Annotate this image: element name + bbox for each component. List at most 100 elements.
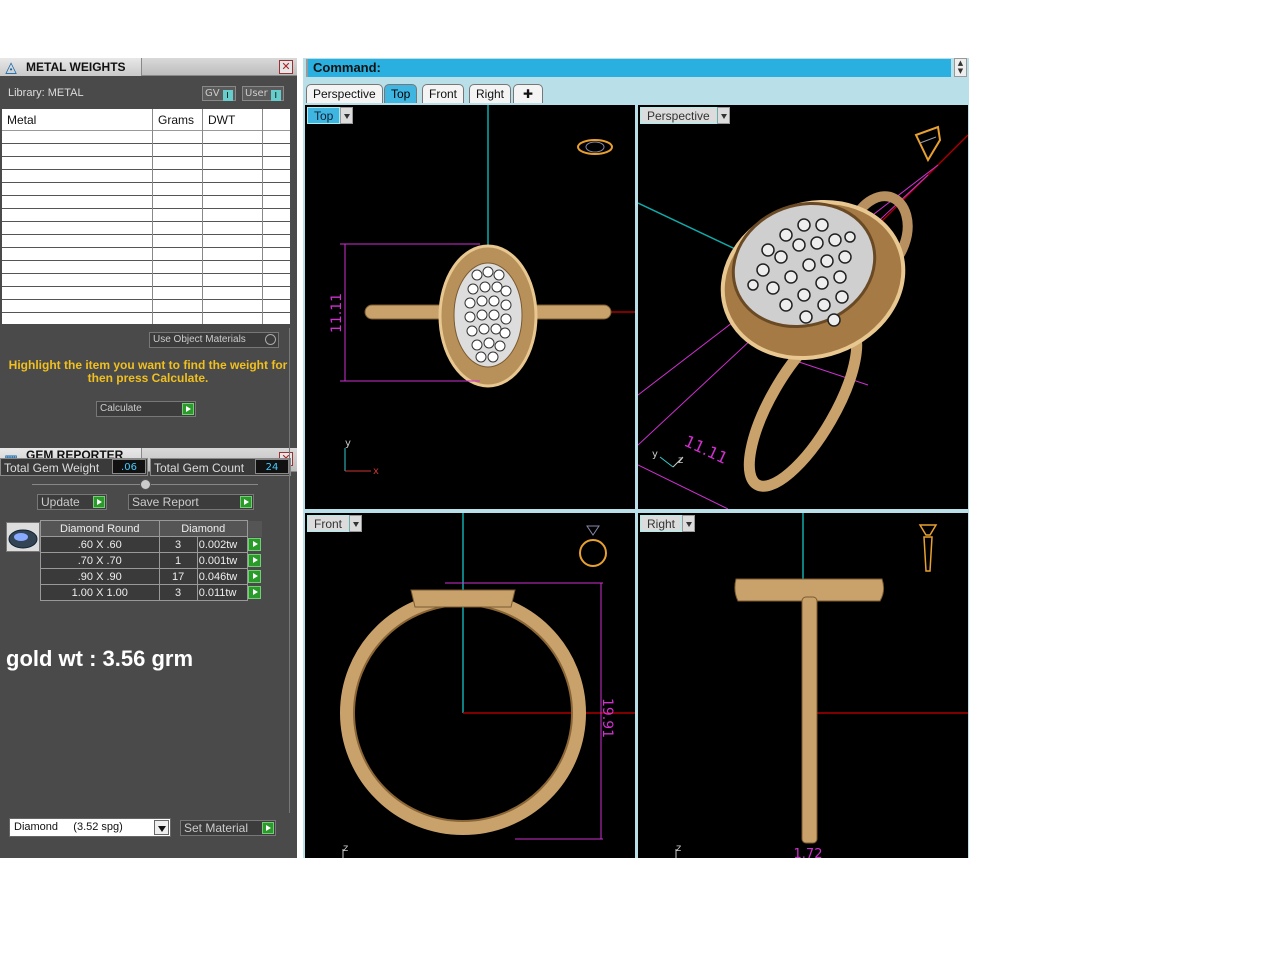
table-row[interactable] [2, 261, 290, 274]
play-icon [182, 403, 194, 415]
right-view-drawing: 1.72 z [675, 513, 968, 858]
close-icon[interactable]: ✕ [279, 60, 293, 74]
command-scrollbar[interactable]: ▲ ▼ [954, 58, 967, 77]
gem-col-shape: Diamond Round [40, 520, 160, 537]
chevron-down-icon[interactable] [154, 820, 169, 835]
command-line[interactable]: Command: [306, 59, 951, 77]
table-row[interactable] [2, 300, 290, 313]
chevron-down-icon[interactable] [716, 107, 730, 124]
table-row[interactable]: .90 X .90 17 0.046tw [40, 568, 262, 585]
col-grams: Grams [158, 113, 194, 127]
top-axis-x: x [373, 466, 379, 477]
table-row[interactable] [2, 196, 290, 209]
round-gem-icon [8, 529, 38, 549]
viewport-top[interactable]: Top 11.11 y x [305, 105, 635, 509]
radio-icon [265, 334, 276, 345]
play-icon[interactable] [248, 586, 262, 599]
total-gem-count-value: 24 [255, 459, 289, 474]
add-tab-icon[interactable]: ✚ [513, 84, 543, 103]
table-row[interactable] [2, 131, 290, 144]
user-toggle[interactable]: User I [242, 86, 284, 101]
material-select[interactable]: Diamond (3.52 spg) [9, 818, 171, 837]
gem-count: 1 [158, 552, 198, 569]
gem-size: .70 X .70 [40, 552, 160, 569]
play-icon[interactable] [247, 570, 261, 583]
col-metal: Metal [7, 113, 37, 127]
front-dimension: 19.91 [599, 698, 615, 738]
tab-top[interactable]: Top [384, 84, 418, 103]
calculate-label: Calculate [100, 403, 142, 414]
viewport-perspective[interactable]: Perspective 11.11 y z [638, 105, 968, 509]
total-gem-weight-value: .06 [112, 459, 146, 474]
table-row[interactable] [2, 248, 290, 261]
gem-table: Diamond Round Diamond .60 X .60 3 0.002tw .… [40, 520, 262, 601]
gem-size: .60 X .60 [40, 536, 160, 553]
panel-divider [289, 328, 290, 813]
viewport-top-name: Top [314, 109, 334, 123]
splitter-handle[interactable] [140, 479, 151, 490]
save-report-button[interactable]: Save Report [128, 494, 254, 510]
gv-toggle[interactable]: GV I [202, 86, 236, 101]
gem-shape-thumbnail[interactable] [6, 522, 40, 552]
perspective-view-drawing: 11.11 y z [638, 125, 968, 509]
table-row[interactable] [2, 222, 290, 235]
tab-front[interactable]: Front [422, 84, 465, 103]
use-object-materials-label: Use Object Materials [153, 334, 246, 345]
use-object-materials-button[interactable]: Use Object Materials [149, 332, 279, 348]
perspective-dimension: 11.11 [681, 431, 731, 468]
total-gem-weight-box: Total Gem Weight .06 [0, 458, 148, 476]
play-icon[interactable] [247, 554, 261, 567]
user-label: User [245, 88, 268, 99]
gem-count: 3 [158, 536, 198, 553]
chevron-down-icon[interactable] [682, 515, 696, 532]
table-row[interactable] [2, 235, 290, 248]
metal-weights-title: METAL WEIGHTS [26, 60, 126, 74]
table-row[interactable] [2, 157, 290, 170]
table-row[interactable] [2, 274, 290, 287]
set-material-button[interactable]: Set Material [180, 820, 276, 836]
metal-table[interactable]: Metal Grams DWT [2, 109, 290, 324]
top-view-drawing: 11.11 y x [329, 105, 635, 477]
gem-count: 3 [158, 584, 198, 601]
right-dimension: 1.72 [794, 847, 823, 858]
viewport-right-name: Right [647, 517, 676, 531]
viewport-right[interactable]: Right 1.72 z [638, 513, 968, 858]
col-dwt: DWT [208, 113, 236, 127]
viewport-right-label[interactable]: Right [640, 515, 696, 532]
table-row[interactable]: .70 X .70 1 0.001tw [40, 552, 262, 569]
gem-count: 17 [158, 568, 198, 585]
play-icon [93, 496, 105, 508]
viewport-perspective-label[interactable]: Perspective [640, 107, 730, 124]
update-label: Update [41, 495, 80, 509]
metal-weights-titlebar: ◬ METAL WEIGHTS ✕ [0, 58, 297, 76]
play-icon [262, 822, 274, 834]
viewport-perspective-name: Perspective [647, 109, 710, 123]
calculate-button[interactable]: Calculate [96, 401, 196, 417]
gem-col-type: Diamond [158, 520, 248, 537]
viewport-front-name: Front [314, 517, 343, 531]
table-row[interactable]: .60 X .60 3 0.002tw [40, 536, 262, 553]
command-label: Command: [313, 60, 381, 75]
table-row[interactable] [2, 183, 290, 196]
play-icon[interactable] [247, 538, 261, 551]
viewport-front[interactable]: Front 19.91 z [305, 513, 635, 858]
total-gem-count-label: Total Gem Count [154, 461, 245, 475]
table-row[interactable]: 1.00 X 1.00 3 0.011tw [40, 584, 262, 601]
gem-weight: 0.001tw [196, 552, 248, 569]
tab-perspective[interactable]: Perspective [306, 84, 383, 103]
chevron-down-icon[interactable] [349, 515, 363, 532]
viewport-top-label[interactable]: Top [307, 107, 354, 124]
save-report-label: Save Report [132, 495, 199, 509]
update-button[interactable]: Update [37, 494, 107, 510]
table-row[interactable] [2, 170, 290, 183]
play-icon [240, 496, 252, 508]
table-row[interactable] [2, 287, 290, 300]
gold-weight-note: gold wt : 3.56 grm [6, 646, 194, 671]
table-row[interactable] [2, 209, 290, 222]
gem-size: 1.00 X 1.00 [40, 584, 160, 601]
metal-table-header: Metal Grams DWT [2, 109, 290, 131]
chevron-down-icon[interactable] [340, 107, 354, 124]
viewport-front-label[interactable]: Front [307, 515, 363, 532]
tab-right[interactable]: Right [469, 84, 512, 103]
table-row[interactable] [2, 144, 290, 157]
